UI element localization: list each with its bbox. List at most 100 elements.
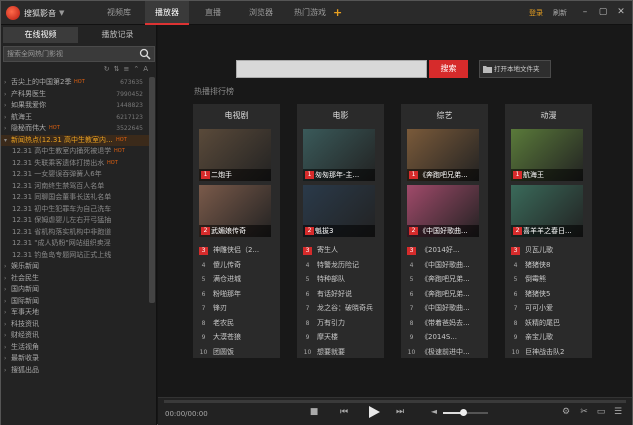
rank-row[interactable]: 3 寄生人 <box>303 243 381 258</box>
news-item[interactable]: 12.31 钓鱼岛专题网站正式上线 <box>1 250 149 262</box>
tab-online-video[interactable]: 在线视频 <box>3 27 78 43</box>
list-item[interactable]: › 舌尖上的中国第2季 HOT 673635 <box>1 77 149 89</box>
rank-row[interactable]: 5 满仓进城 <box>199 272 277 287</box>
refresh-icon[interactable]: ↻ <box>104 65 110 75</box>
sidebar-scrollbar[interactable] <box>149 77 155 303</box>
news-item[interactable]: 12.31 省机构落实机构中非跑道 <box>1 227 149 239</box>
rank-row[interactable]: 5 《奔跑吧兄弟... <box>407 272 485 287</box>
list-item[interactable]: › 隐秘而伟大 HOT 3522645 <box>1 123 149 135</box>
rank-row[interactable]: 7 龙之谷：破晓奇兵 <box>303 301 381 316</box>
list-item[interactable]: › 最新收录 <box>1 353 149 365</box>
list-item[interactable]: › 产科男医生 7990452 <box>1 89 149 101</box>
news-item[interactable]: 12.31 河南终生禁驾百人名单 <box>1 181 149 193</box>
rank-row[interactable]: 9 亲宝儿歌 <box>511 330 589 345</box>
collapse-icon[interactable]: ⌃ <box>133 65 139 75</box>
rank-row[interactable]: 10 《极速前进中... <box>407 345 485 360</box>
rank-row[interactable]: 6 猪猪侠5 <box>511 287 589 302</box>
list-item[interactable]: › 航海王 6217123 <box>1 112 149 124</box>
filter-icon[interactable]: ≡ <box>123 65 129 75</box>
settings-icon[interactable]: ⚙ <box>560 407 572 417</box>
expand-icon[interactable]: › <box>4 342 6 354</box>
rank-row[interactable]: 5 倒霉熊 <box>511 272 589 287</box>
rank-row[interactable]: 9 摩天楼 <box>303 330 381 345</box>
expand-icon[interactable]: › <box>4 330 6 342</box>
poster-thumbnail[interactable]: 《奔跑吧兄弟... 1 <box>407 129 479 181</box>
poster-thumbnail[interactable]: 喜羊羊之春日... 2 <box>511 185 583 237</box>
expand-open-icon[interactable]: ▾ <box>4 135 7 147</box>
folder-open-icon[interactable]: ▭ <box>595 407 607 417</box>
volume-knob[interactable] <box>460 409 468 416</box>
open-folder-button[interactable]: 打开本地文件夹 <box>479 60 551 78</box>
list-item[interactable]: › 娱乐新闻 <box>1 261 149 273</box>
sort-icon[interactable]: ⇅ <box>114 65 120 75</box>
expand-icon[interactable]: › <box>4 89 6 101</box>
previous-icon[interactable]: ⏮ <box>338 407 350 417</box>
tab-player[interactable]: 播放器 <box>145 1 189 25</box>
expand-icon[interactable]: › <box>4 307 6 319</box>
rank-row[interactable]: 4 傻儿传奇 <box>199 258 277 273</box>
search-icon[interactable] <box>139 48 151 60</box>
next-icon[interactable]: ⏭ <box>394 407 406 417</box>
rank-row[interactable]: 7 可可小爱 <box>511 301 589 316</box>
expand-icon[interactable]: › <box>4 261 6 273</box>
list-item[interactable]: › 国际新闻 <box>1 296 149 308</box>
volume-icon[interactable]: ◄ <box>428 407 440 416</box>
rank-row[interactable]: 4 《中国好歌曲... <box>407 258 485 273</box>
rank-row[interactable]: 8 万有引力 <box>303 316 381 331</box>
expand-icon[interactable]: › <box>4 273 6 285</box>
rank-row[interactable]: 6 粉啪那年 <box>199 287 277 302</box>
sidebar-search-input[interactable]: 搜索全网热门影视 <box>3 46 155 62</box>
poster-thumbnail[interactable]: 匆匆那年-主... 1 <box>303 129 375 181</box>
tab-play-history[interactable]: 播放记录 <box>80 27 155 43</box>
plus-icon[interactable]: + <box>333 7 344 18</box>
news-item[interactable]: 12.31 同聊国会董事长送礼名单 <box>1 192 149 204</box>
news-item[interactable]: 12.31 高中生教室内捅死被退学 HOT <box>1 146 149 158</box>
list-item[interactable]: › 科技资讯 <box>1 319 149 331</box>
play-icon[interactable] <box>367 405 381 419</box>
rank-row[interactable]: 3 《2014好... <box>407 243 485 258</box>
app-logo[interactable]: 搜狐影音 ▼ <box>6 5 64 21</box>
search-button[interactable]: 搜索 <box>429 60 468 78</box>
poster-thumbnail[interactable]: 二炮手 1 <box>199 129 271 181</box>
poster-thumbnail[interactable]: 武媚娘传奇 2 <box>199 185 271 237</box>
rank-row[interactable]: 6 有话好好说 <box>303 287 381 302</box>
rank-row[interactable]: 3 贝瓦儿歌 <box>511 243 589 258</box>
maximize-icon[interactable]: ▢ <box>597 6 609 18</box>
login-link[interactable]: 登录 <box>529 8 543 18</box>
list-item[interactable]: › 财经资讯 <box>1 330 149 342</box>
expand-icon[interactable]: › <box>4 296 6 308</box>
progress-bar[interactable] <box>164 400 626 403</box>
main-search-input[interactable] <box>236 60 427 78</box>
news-item[interactable]: 12.31 保姆虐婴儿左右开弓猛抽 <box>1 215 149 227</box>
expand-icon[interactable]: › <box>4 123 6 135</box>
rank-row[interactable]: 7 《中国好歌曲... <box>407 301 485 316</box>
poster-thumbnail[interactable]: 魁拔3 2 <box>303 185 375 237</box>
news-item[interactable]: 12.31 失联乘客遗体打捞出水 HOT <box>1 158 149 170</box>
tab-live[interactable]: 直播 <box>193 1 233 25</box>
list-item[interactable]: ▾ 新闻热点(12.31 高中生教室内... HOT <box>1 134 149 147</box>
rank-row[interactable]: 5 特种部队 <box>303 272 381 287</box>
list-item[interactable]: › 生活视角 <box>1 342 149 354</box>
rank-row[interactable]: 10 巨神战击队2 <box>511 345 589 360</box>
rank-row[interactable]: 8 老农民 <box>199 316 277 331</box>
minimize-icon[interactable]: – <box>579 6 591 18</box>
tools-icon[interactable]: ✂ <box>578 407 590 417</box>
tab-browser[interactable]: 浏览器 <box>239 1 283 25</box>
expand-icon[interactable]: › <box>4 100 6 112</box>
expand-icon[interactable]: › <box>4 353 6 365</box>
expand-icon[interactable]: › <box>4 112 6 124</box>
poster-thumbnail[interactable]: 《中国好歌曲... 2 <box>407 185 479 237</box>
rank-row[interactable]: 10 团圆饭 <box>199 345 277 360</box>
tab-video-library[interactable]: 视频库 <box>97 1 141 25</box>
stop-icon[interactable]: ■ <box>308 407 320 417</box>
expand-icon[interactable]: › <box>4 77 6 89</box>
expand-icon[interactable]: › <box>4 319 6 331</box>
news-item[interactable]: 12.31 "成人奶粉"网站组织卖淫 <box>1 238 149 250</box>
list-item[interactable]: › 军事天地 <box>1 307 149 319</box>
rank-row[interactable]: 6 《奔跑吧兄弟... <box>407 287 485 302</box>
rank-row[interactable]: 10 想要就要 <box>303 345 381 360</box>
font-size-icon[interactable]: A <box>143 65 148 75</box>
rank-row[interactable]: 4 特警龙历险记 <box>303 258 381 273</box>
expand-icon[interactable]: › <box>4 284 6 296</box>
refresh-link[interactable]: 刷新 <box>553 8 567 18</box>
